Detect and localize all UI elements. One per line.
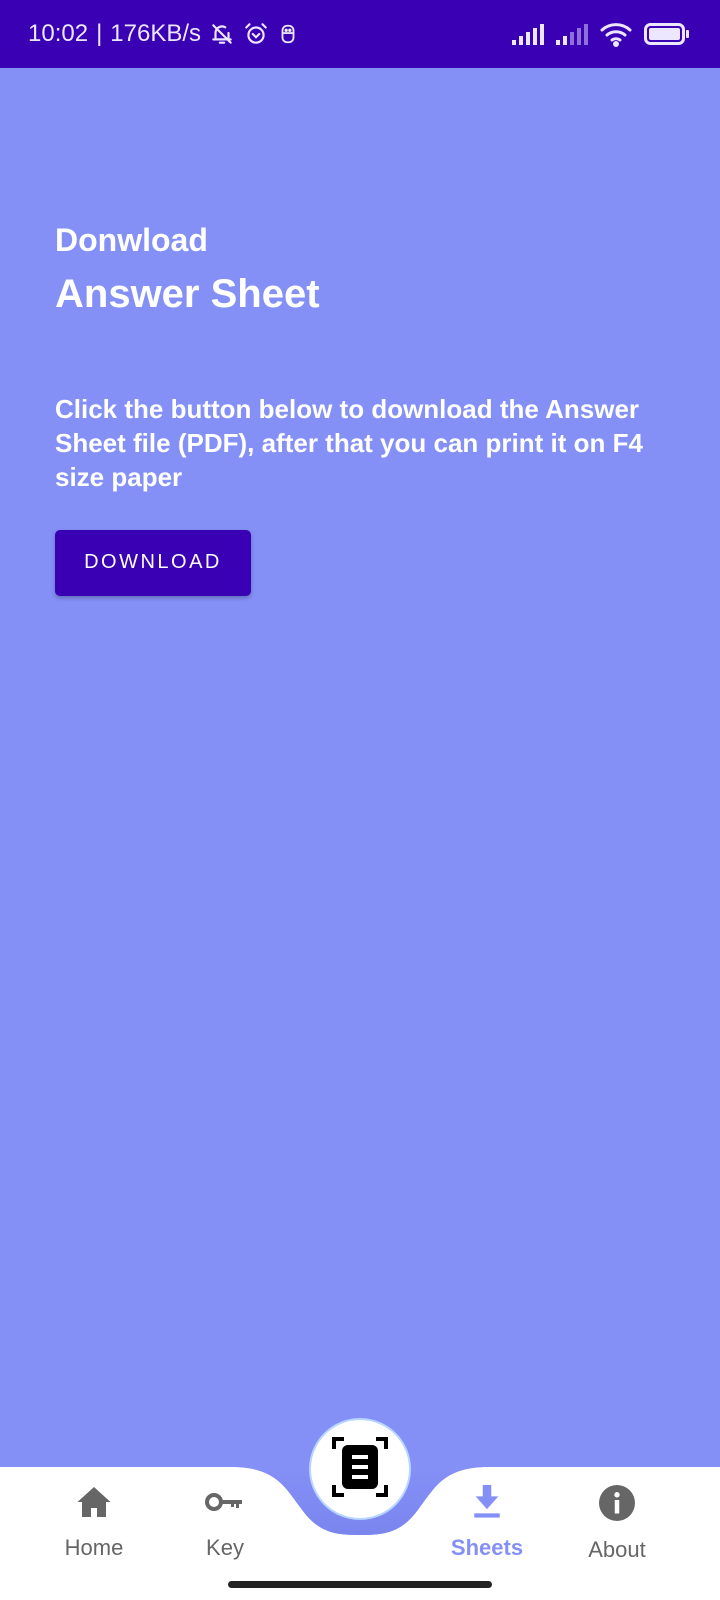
download-icon — [472, 1485, 502, 1525]
bell-off-icon — [209, 21, 235, 47]
app-notification-icon — [277, 23, 299, 45]
document-scan-icon — [332, 1436, 388, 1502]
status-time: 10:02 — [28, 20, 89, 47]
wifi-icon — [600, 21, 634, 47]
page-subtitle: Donwload — [55, 222, 208, 258]
status-bar: 10:02 | 176KB/s — [0, 0, 720, 68]
status-right — [512, 21, 690, 47]
alarm-icon — [243, 21, 269, 47]
download-button[interactable]: DOWNLOAD — [55, 529, 251, 596]
battery-icon — [644, 23, 690, 45]
nav-item-sheets[interactable]: Sheets — [437, 1485, 537, 1561]
nav-label-sheets: Sheets — [450, 1535, 524, 1560]
nav-label-about: About — [588, 1537, 646, 1562]
signal-sim2-icon — [556, 23, 590, 45]
status-left: 10:02 | 176KB/s — [28, 20, 299, 48]
scan-fab-button[interactable] — [309, 1418, 411, 1520]
signal-sim1-icon — [512, 23, 546, 45]
page-description: Click the button below to download the A… — [55, 393, 643, 492]
page-title: Answer Sheet — [55, 271, 320, 316]
info-icon — [599, 1485, 635, 1527]
status-net-speed: 176KB/s — [110, 20, 202, 47]
nav-item-home[interactable]: Home — [44, 1485, 144, 1561]
home-icon — [76, 1485, 112, 1525]
nav-item-key[interactable]: Key — [175, 1485, 275, 1561]
nav-item-about[interactable]: About — [567, 1485, 667, 1563]
status-separator: | — [96, 20, 103, 47]
main-content: Donwload Answer Sheet Click the button b… — [55, 220, 680, 596]
nav-label-home: Home — [64, 1535, 124, 1560]
nav-label-key: Key — [206, 1535, 244, 1560]
home-indicator[interactable] — [228, 1581, 492, 1588]
key-icon — [205, 1485, 245, 1525]
